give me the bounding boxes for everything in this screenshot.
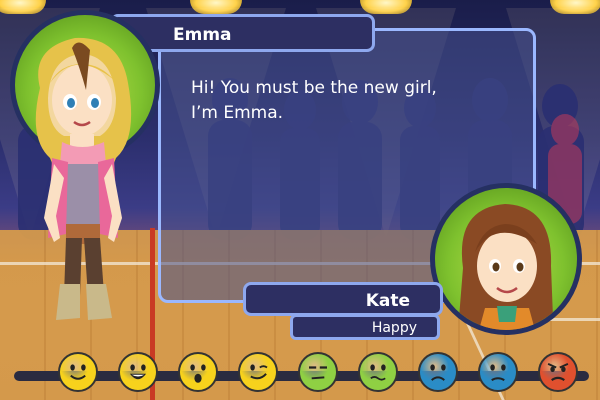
surprised-icon[interactable] bbox=[178, 352, 218, 392]
angry-icon[interactable] bbox=[538, 352, 578, 392]
speaker-name: Emma bbox=[173, 25, 232, 45]
smile-icon[interactable] bbox=[58, 352, 98, 392]
wink-icon[interactable] bbox=[238, 352, 278, 392]
game-scene: Hi! You must be the new girl, I’m Emma. … bbox=[0, 0, 600, 400]
player-name-tab: Kate bbox=[243, 282, 443, 316]
worried-icon[interactable] bbox=[478, 352, 518, 392]
sad-icon[interactable] bbox=[418, 352, 458, 392]
player-avatar bbox=[430, 183, 582, 335]
kate-portrait bbox=[459, 204, 553, 330]
mood-tab: Happy bbox=[290, 314, 440, 340]
emma-character bbox=[35, 37, 132, 320]
sick-icon[interactable] bbox=[358, 352, 398, 392]
grin-icon[interactable] bbox=[118, 352, 158, 392]
dialogue-text: Hi! You must be the new girl, I’m Emma. bbox=[191, 78, 437, 123]
player-mood: Happy bbox=[371, 320, 417, 336]
unamused-icon[interactable] bbox=[298, 352, 338, 392]
player-name: Kate bbox=[365, 291, 410, 311]
